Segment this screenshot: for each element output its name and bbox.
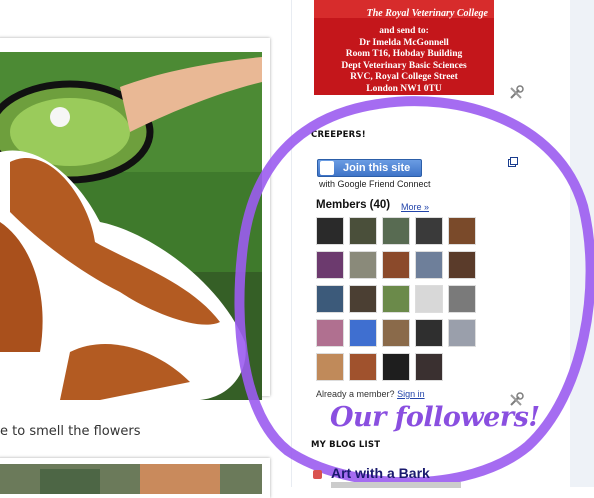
member-avatar[interactable] [415,319,443,347]
member-avatar[interactable] [349,319,377,347]
followers-annotation: Our followers! [330,402,540,433]
gfc-subtitle: with Google Friend Connect [319,179,431,189]
address-line: Room T16, Hobday Building [345,49,463,59]
member-avatar[interactable] [349,353,377,381]
already-member-line: Already a member? Sign in [316,389,425,399]
page-margin [570,0,594,487]
member-avatar[interactable] [415,217,443,245]
member-avatar[interactable] [316,285,344,313]
dog-photo [0,52,262,400]
join-site-button[interactable]: Join this site [317,159,422,177]
member-avatar[interactable] [448,217,476,245]
member-avatar[interactable] [382,319,410,347]
member-avatar[interactable] [448,251,476,279]
blog-list-item[interactable]: Art with a Bark [313,465,430,481]
popout-icon[interactable] [508,157,518,167]
member-avatar[interactable] [448,285,476,313]
member-avatar[interactable] [448,319,476,347]
followers-section-title: CREEPERS! [311,130,366,140]
more-members-link[interactable]: More » [401,202,429,212]
edit-widget-icon[interactable] [508,85,524,101]
address-block: and send to: Dr Imelda McGonnell Room T1… [314,26,494,95]
member-avatar[interactable] [382,251,410,279]
members-count-label: Members (40) [316,199,391,211]
sign-in-link[interactable]: Sign in [397,389,425,399]
post-caption: e to smell the flowers [0,424,141,439]
google-friend-connect-icon [320,161,334,175]
second-post-photo [0,464,262,494]
member-avatar[interactable] [316,319,344,347]
rvc-address-card: The Royal Veterinary College and send to… [314,0,494,95]
member-avatar[interactable] [382,217,410,245]
member-avatar[interactable] [316,251,344,279]
rvc-title: The Royal Veterinary College [366,8,488,19]
join-button-label: Join this site [343,162,411,174]
column-divider [291,0,292,487]
member-avatar[interactable] [382,353,410,381]
already-member-text: Already a member? [316,389,395,399]
member-avatar-grid [316,217,486,381]
address-line: London NW1 0TU [366,83,442,94]
member-avatar[interactable] [415,251,443,279]
member-avatar[interactable] [349,285,377,313]
member-avatar[interactable] [349,217,377,245]
address-line: Dept Veterinary Basic Sciences [341,60,467,71]
blog-item-snippet [331,482,461,488]
address-line: RVC, Royal College Street [350,72,458,82]
member-avatar[interactable] [316,353,344,381]
blog-item-title: Art with a Bark [331,465,430,481]
address-line: and send to: [379,26,429,36]
blog-list-title: MY BLOG LIST [311,440,381,450]
member-avatar[interactable] [415,353,443,381]
address-line: Dr Imelda McGonnell [359,37,449,48]
member-avatar[interactable] [382,285,410,313]
member-avatar[interactable] [349,251,377,279]
member-avatar[interactable] [415,285,443,313]
member-avatar[interactable] [316,217,344,245]
